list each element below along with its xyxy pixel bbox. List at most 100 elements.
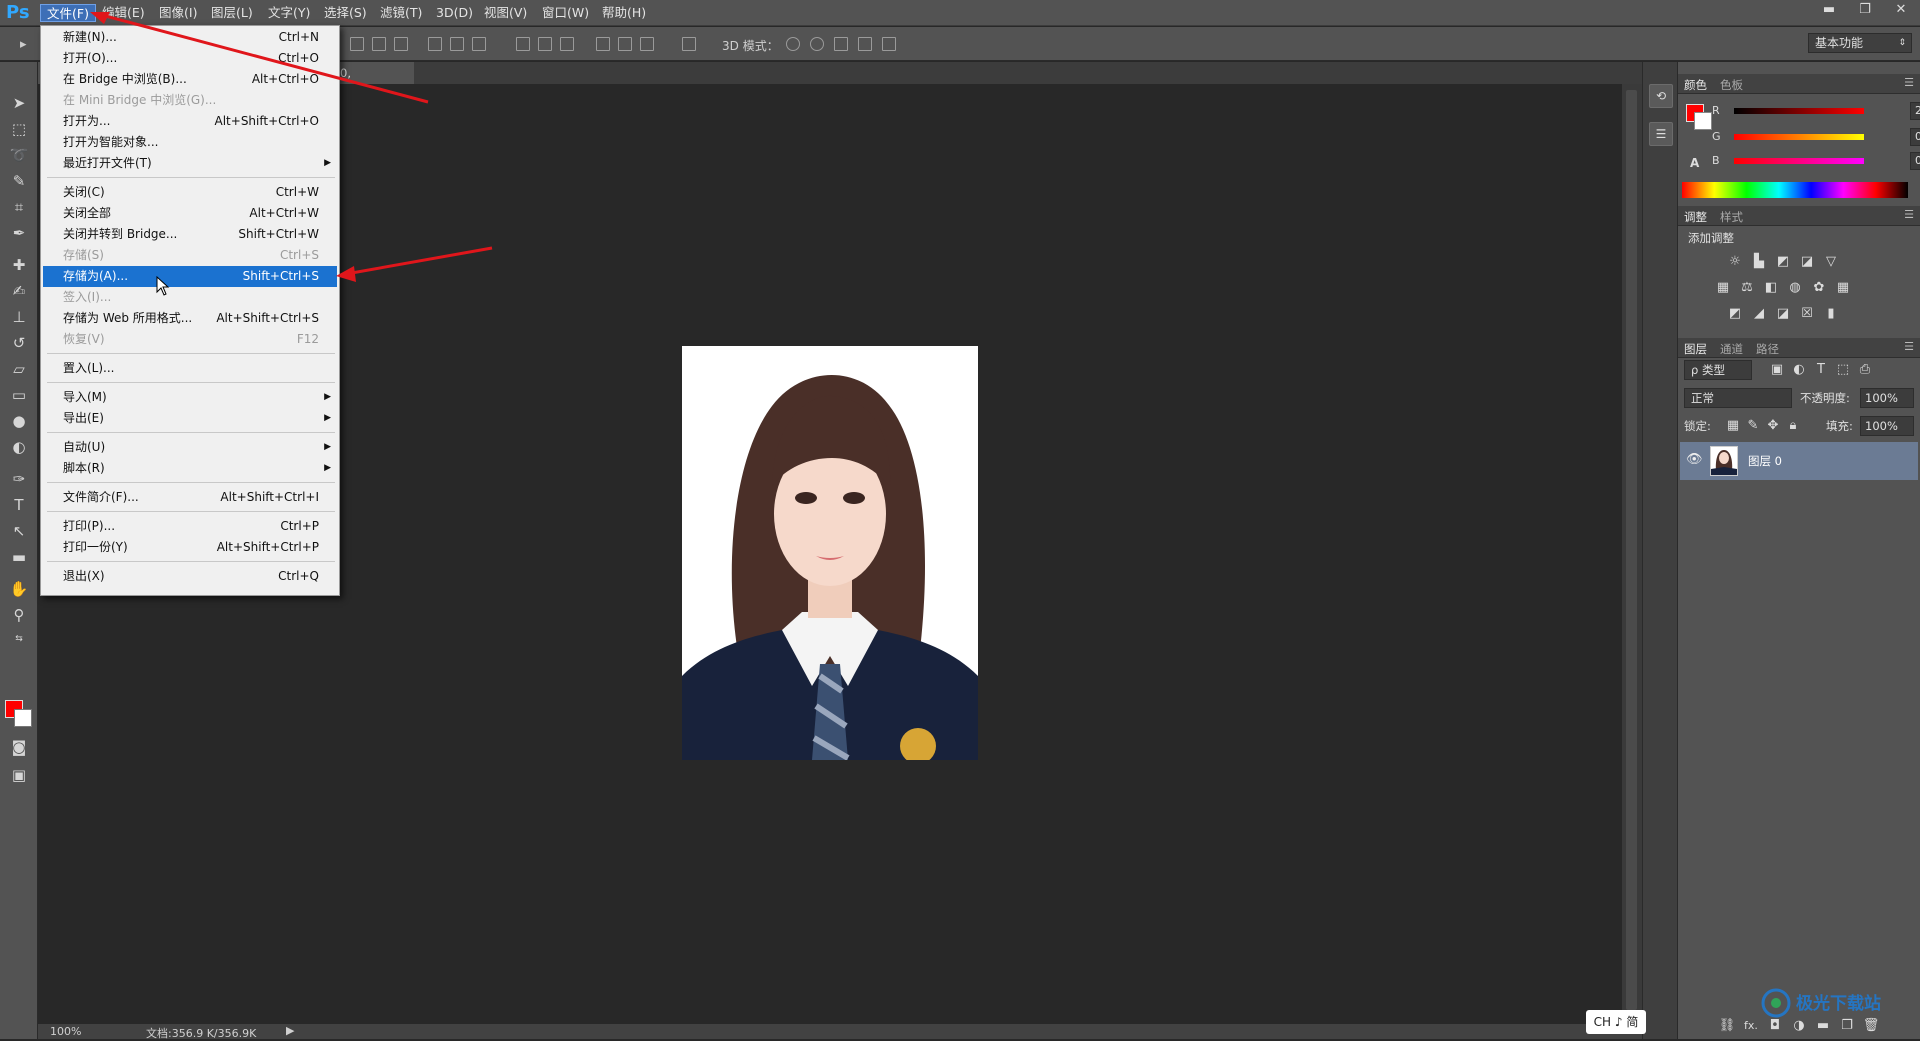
color-balance-icon[interactable]: ⚖ bbox=[1738, 280, 1756, 296]
green-slider-track[interactable] bbox=[1734, 134, 1864, 140]
vertical-scrollbar[interactable] bbox=[1622, 84, 1642, 1024]
menu-item-browse-mini-bridge[interactable]: 在 Mini Bridge 中浏览(G)... bbox=[43, 90, 337, 111]
menu-select[interactable]: 选择(S) bbox=[318, 4, 373, 22]
lock-pixels-icon[interactable]: ✎ bbox=[1744, 418, 1762, 434]
panel-menu-icon[interactable]: ☰ bbox=[1904, 340, 1914, 353]
tab-swatches[interactable]: 色板 bbox=[1714, 77, 1749, 93]
align-left-icon[interactable] bbox=[428, 37, 442, 51]
distribute-hcenter-icon[interactable] bbox=[618, 37, 632, 51]
menu-item-revert[interactable]: 恢复(V) F12 bbox=[43, 329, 337, 350]
red-value-input[interactable]: 255 bbox=[1910, 102, 1920, 120]
menu-item-check-in[interactable]: 签入(I)... bbox=[43, 287, 337, 308]
red-slider[interactable]: R 255 bbox=[1712, 102, 1920, 122]
blue-value-input[interactable]: 0 bbox=[1910, 152, 1920, 170]
distribute-top-icon[interactable] bbox=[516, 37, 530, 51]
filter-smart-object-icon[interactable]: ⎙ bbox=[1856, 362, 1874, 378]
menu-item-export[interactable]: 导出(E) ▶ bbox=[43, 408, 337, 429]
tab-adjustments[interactable]: 调整 bbox=[1678, 209, 1713, 225]
menu-item-save-as[interactable]: 存储为(A)... Shift+Ctrl+S bbox=[43, 266, 337, 287]
curves-icon[interactable]: ◩ bbox=[1774, 254, 1792, 270]
quick-mask-icon[interactable]: ◙ bbox=[7, 736, 31, 758]
align-top-icon[interactable] bbox=[350, 37, 364, 51]
blue-slider-track[interactable] bbox=[1734, 158, 1864, 164]
menu-3d[interactable]: 3D(D) bbox=[430, 4, 479, 22]
menu-image[interactable]: 图像(I) bbox=[153, 4, 203, 22]
panel-menu-icon[interactable]: ☰ bbox=[1904, 208, 1914, 221]
dodge-tool-icon[interactable]: ◐ bbox=[7, 436, 31, 458]
healing-brush-tool-icon[interactable]: ✚ bbox=[7, 254, 31, 276]
levels-icon[interactable]: ▙ bbox=[1750, 254, 1768, 270]
distribute-right-icon[interactable] bbox=[640, 37, 654, 51]
3d-rotate-icon[interactable] bbox=[786, 37, 800, 51]
menu-item-print[interactable]: 打印(P)... Ctrl+P bbox=[43, 516, 337, 537]
menu-item-new[interactable]: 新建(N)... Ctrl+N bbox=[43, 27, 337, 48]
menu-item-import[interactable]: 导入(M) ▶ bbox=[43, 387, 337, 408]
menu-item-close[interactable]: 关闭(C) Ctrl+W bbox=[43, 182, 337, 203]
distribute-vcenter-icon[interactable] bbox=[538, 37, 552, 51]
document-image[interactable] bbox=[682, 346, 978, 760]
menu-filter[interactable]: 滤镜(T) bbox=[374, 4, 428, 22]
menu-layer[interactable]: 图层(L) bbox=[205, 4, 259, 22]
menu-item-close-go-bridge[interactable]: 关闭并转到 Bridge... Shift+Ctrl+W bbox=[43, 224, 337, 245]
3d-scale-icon[interactable] bbox=[882, 37, 896, 51]
eye-visibility-icon[interactable]: 👁︎ bbox=[1686, 452, 1703, 467]
menu-item-automate[interactable]: 自动(U) ▶ bbox=[43, 437, 337, 458]
menu-edit[interactable]: 编辑(E) bbox=[96, 4, 151, 22]
zoom-level[interactable]: 100% bbox=[50, 1025, 81, 1038]
menu-item-print-one-copy[interactable]: 打印一份(Y) Alt+Shift+Ctrl+P bbox=[43, 537, 337, 558]
red-slider-track[interactable] bbox=[1734, 108, 1864, 114]
3d-slide-icon[interactable] bbox=[858, 37, 872, 51]
menu-type[interactable]: 文字(Y) bbox=[262, 4, 316, 22]
threshold-icon[interactable]: ◪ bbox=[1774, 306, 1792, 322]
pen-tool-icon[interactable]: ✑ bbox=[7, 468, 31, 490]
rectangle-tool-icon[interactable]: ▬ bbox=[7, 546, 31, 568]
zoom-tool-icon[interactable]: ⚲ bbox=[7, 604, 31, 626]
eraser-tool-icon[interactable]: ▱ bbox=[7, 358, 31, 380]
align-bottom-icon[interactable] bbox=[394, 37, 408, 51]
invert-icon[interactable]: ◩ bbox=[1726, 306, 1744, 322]
menu-view[interactable]: 视图(V) bbox=[478, 4, 533, 22]
menu-item-recent-files[interactable]: 最近打开文件(T) ▶ bbox=[43, 153, 337, 174]
close-button[interactable]: ✕ bbox=[1886, 0, 1916, 20]
screen-mode-icon[interactable]: ▣ bbox=[7, 764, 31, 786]
posterize-icon[interactable]: ◢ bbox=[1750, 306, 1768, 322]
gradient-tool-icon[interactable]: ▭ bbox=[7, 384, 31, 406]
channel-mixer-icon[interactable]: ✿ bbox=[1810, 280, 1828, 296]
filter-adjustment-icon[interactable]: ◐ bbox=[1790, 362, 1808, 378]
vibrance-icon[interactable]: ▽ bbox=[1822, 254, 1840, 270]
color-background-swatch[interactable] bbox=[1694, 112, 1712, 130]
exposure-icon[interactable]: ◪ bbox=[1798, 254, 1816, 270]
swap-colors-icon[interactable]: ⇆ bbox=[7, 628, 31, 650]
tab-color[interactable]: 颜色 bbox=[1678, 77, 1713, 93]
tab-styles[interactable]: 样式 bbox=[1714, 209, 1749, 225]
gradient-map-icon[interactable]: ▮ bbox=[1822, 306, 1840, 322]
quick-select-tool-icon[interactable]: ✎ bbox=[7, 170, 31, 192]
marquee-tool-icon[interactable]: ⬚ bbox=[7, 118, 31, 140]
menu-item-exit[interactable]: 退出(X) Ctrl+Q bbox=[43, 566, 337, 587]
history-brush-tool-icon[interactable]: ↺ bbox=[7, 332, 31, 354]
restore-button[interactable]: ❐ bbox=[1850, 0, 1880, 20]
fill-input[interactable]: 100% bbox=[1860, 416, 1914, 436]
move-tool-icon[interactable]: ➤ bbox=[7, 92, 31, 114]
color-lookup-icon[interactable]: ▦ bbox=[1834, 280, 1852, 296]
menu-item-scripts[interactable]: 脚本(R) ▶ bbox=[43, 458, 337, 479]
black-white-icon[interactable]: ◧ bbox=[1762, 280, 1780, 296]
align-right-icon[interactable] bbox=[472, 37, 486, 51]
auto-align-icon[interactable] bbox=[682, 37, 696, 51]
crop-tool-icon[interactable]: ⌗ bbox=[7, 196, 31, 218]
lock-transparent-icon[interactable]: ▦ bbox=[1724, 418, 1742, 434]
selective-color-icon[interactable]: ☒ bbox=[1798, 306, 1816, 322]
blur-tool-icon[interactable]: ● bbox=[7, 410, 31, 432]
layer-row[interactable]: 👁︎ 图层 0 bbox=[1680, 442, 1918, 480]
panel-menu-icon[interactable]: ☰ bbox=[1904, 76, 1914, 89]
layer-style-icon[interactable]: fx. bbox=[1742, 1018, 1760, 1034]
lock-position-icon[interactable]: ✥ bbox=[1764, 418, 1782, 434]
history-panel-icon[interactable]: ⟲ bbox=[1649, 84, 1673, 108]
layer-name[interactable]: 图层 0 bbox=[1748, 453, 1782, 469]
minimize-button[interactable]: ▬ bbox=[1814, 0, 1844, 20]
workspace-select[interactable]: 基本功能 ⇕ bbox=[1808, 33, 1912, 53]
green-value-input[interactable]: 0 bbox=[1910, 128, 1920, 146]
link-layers-icon[interactable]: ⛓ bbox=[1718, 1018, 1736, 1034]
path-select-tool-icon[interactable]: ↖ bbox=[7, 520, 31, 542]
menu-item-file-info[interactable]: 文件简介(F)... Alt+Shift+Ctrl+I bbox=[43, 487, 337, 508]
